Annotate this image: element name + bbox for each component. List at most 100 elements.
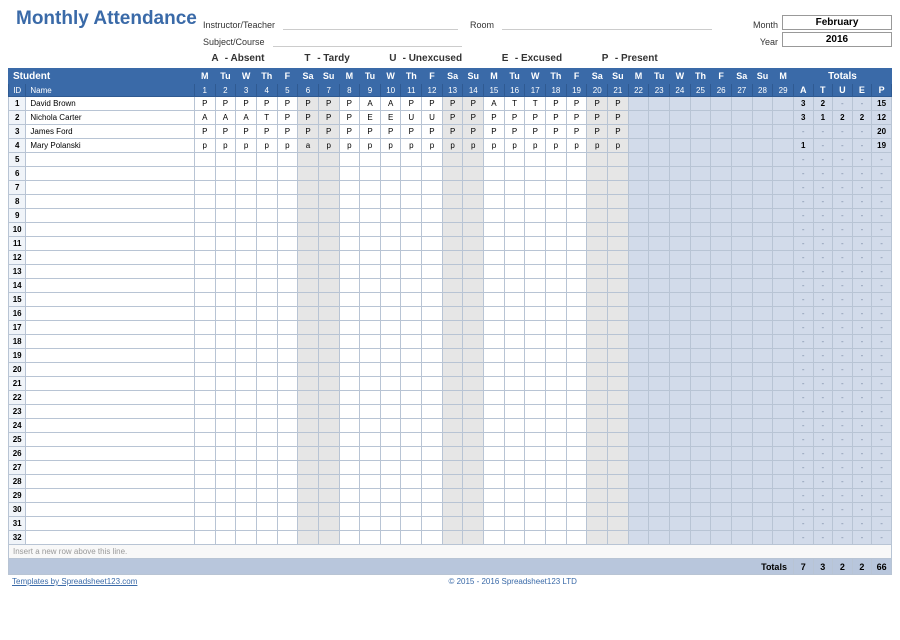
attendance-cell[interactable] [773,489,794,503]
attendance-cell[interactable] [628,251,649,265]
attendance-cell[interactable] [236,405,257,419]
attendance-cell[interactable] [608,265,629,279]
attendance-cell[interactable] [690,405,711,419]
attendance-cell[interactable] [587,153,608,167]
attendance-cell[interactable] [442,153,463,167]
student-name[interactable] [26,461,195,475]
attendance-cell[interactable] [773,503,794,517]
attendance-cell[interactable] [773,363,794,377]
attendance-cell[interactable]: P [236,125,257,139]
attendance-cell[interactable] [484,517,505,531]
attendance-cell[interactable] [731,125,752,139]
attendance-cell[interactable] [277,503,298,517]
attendance-cell[interactable] [773,153,794,167]
attendance-cell[interactable] [339,349,360,363]
attendance-cell[interactable] [773,461,794,475]
attendance-cell[interactable] [422,489,443,503]
attendance-cell[interactable] [194,447,215,461]
attendance-cell[interactable] [422,153,443,167]
attendance-cell[interactable] [587,363,608,377]
attendance-cell[interactable]: p [484,139,505,153]
attendance-cell[interactable] [711,111,732,125]
attendance-cell[interactable] [463,153,484,167]
attendance-cell[interactable] [690,335,711,349]
attendance-cell[interactable] [628,209,649,223]
attendance-cell[interactable] [731,517,752,531]
attendance-cell[interactable]: P [608,97,629,111]
attendance-cell[interactable] [194,153,215,167]
attendance-cell[interactable] [628,307,649,321]
attendance-cell[interactable] [318,293,339,307]
attendance-cell[interactable] [339,433,360,447]
attendance-cell[interactable] [546,307,567,321]
attendance-cell[interactable] [401,377,422,391]
attendance-cell[interactable] [752,531,773,545]
attendance-cell[interactable] [546,181,567,195]
attendance-cell[interactable] [360,391,381,405]
attendance-cell[interactable] [608,489,629,503]
attendance-cell[interactable] [422,335,443,349]
attendance-cell[interactable] [236,461,257,475]
attendance-cell[interactable] [401,475,422,489]
attendance-cell[interactable] [318,349,339,363]
attendance-cell[interactable]: P [318,125,339,139]
attendance-cell[interactable] [339,405,360,419]
attendance-cell[interactable] [277,419,298,433]
student-name[interactable] [26,517,195,531]
attendance-cell[interactable]: P [566,97,587,111]
attendance-cell[interactable] [360,265,381,279]
attendance-cell[interactable] [298,447,319,461]
attendance-cell[interactable] [236,279,257,293]
attendance-cell[interactable] [587,209,608,223]
attendance-cell[interactable] [711,97,732,111]
attendance-cell[interactable] [752,517,773,531]
attendance-cell[interactable] [773,419,794,433]
attendance-cell[interactable] [401,167,422,181]
attendance-cell[interactable] [504,167,525,181]
attendance-cell[interactable] [773,335,794,349]
attendance-cell[interactable] [339,447,360,461]
attendance-cell[interactable] [711,237,732,251]
attendance-cell[interactable] [484,461,505,475]
attendance-cell[interactable] [670,363,691,377]
attendance-cell[interactable] [422,377,443,391]
student-name[interactable]: David Brown [26,97,195,111]
attendance-cell[interactable] [215,153,236,167]
attendance-cell[interactable] [690,139,711,153]
attendance-cell[interactable] [360,531,381,545]
attendance-cell[interactable] [463,503,484,517]
attendance-cell[interactable] [236,503,257,517]
attendance-cell[interactable] [277,517,298,531]
attendance-cell[interactable] [422,503,443,517]
attendance-cell[interactable] [649,349,670,363]
attendance-cell[interactable] [773,531,794,545]
attendance-cell[interactable] [194,419,215,433]
attendance-cell[interactable] [649,531,670,545]
attendance-cell[interactable]: p [360,139,381,153]
attendance-cell[interactable] [525,503,546,517]
attendance-cell[interactable] [566,153,587,167]
attendance-cell[interactable] [484,405,505,419]
attendance-cell[interactable] [752,251,773,265]
attendance-cell[interactable] [463,517,484,531]
attendance-cell[interactable] [298,335,319,349]
attendance-cell[interactable]: P [546,111,567,125]
attendance-cell[interactable] [380,433,401,447]
attendance-cell[interactable] [649,447,670,461]
student-name[interactable] [26,279,195,293]
attendance-cell[interactable] [628,531,649,545]
attendance-cell[interactable] [649,237,670,251]
attendance-cell[interactable] [360,377,381,391]
attendance-cell[interactable] [628,321,649,335]
attendance-cell[interactable] [360,195,381,209]
attendance-cell[interactable] [566,503,587,517]
attendance-cell[interactable] [401,279,422,293]
attendance-cell[interactable]: A [215,111,236,125]
attendance-cell[interactable] [463,405,484,419]
student-name[interactable] [26,335,195,349]
attendance-cell[interactable] [566,251,587,265]
attendance-cell[interactable] [608,377,629,391]
attendance-cell[interactable] [525,293,546,307]
attendance-cell[interactable] [256,419,277,433]
attendance-cell[interactable] [277,475,298,489]
